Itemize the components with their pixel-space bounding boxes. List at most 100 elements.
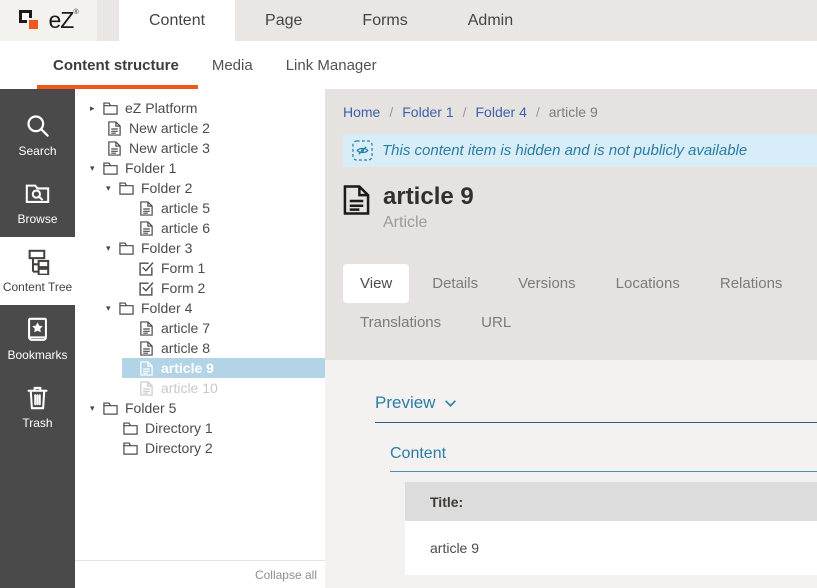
tree-item-folder-5[interactable]: ▾ Folder 5 <box>90 398 325 418</box>
top-tab-bar: Content Page Forms Admin <box>119 0 543 41</box>
collapse-arrow-icon[interactable]: ▾ <box>106 184 119 193</box>
top-tab-content[interactable]: Content <box>119 0 235 41</box>
top-bar: eZ® Content Page Forms Admin <box>0 0 817 41</box>
article-icon <box>139 221 154 236</box>
sidebar-label-bookmarks: Bookmarks <box>7 348 67 362</box>
content-title-block: article 9 Article <box>343 184 817 232</box>
search-icon <box>24 112 51 139</box>
breadcrumb: Home / Folder 1 / Folder 4 / article 9 <box>343 89 817 120</box>
tree-item-ez-platform[interactable]: ▸ eZ Platform <box>90 98 325 118</box>
sidebar-item-browse[interactable]: Browse <box>0 169 75 237</box>
tree-item-directory-1[interactable]: Directory 1 <box>106 418 325 438</box>
article-icon <box>139 381 154 396</box>
content-section-divider <box>390 471 817 472</box>
tree-item-new-article-2[interactable]: New article 2 <box>90 118 325 138</box>
tree-item-form-1[interactable]: Form 1 <box>122 258 325 278</box>
sidebar-item-bookmarks[interactable]: Bookmarks <box>0 305 75 373</box>
breadcrumb-home[interactable]: Home <box>343 104 380 120</box>
top-tab-admin[interactable]: Admin <box>438 0 543 41</box>
collapse-arrow-icon[interactable]: ▾ <box>106 244 119 253</box>
fields-table: Title: article 9 <box>405 482 817 575</box>
top-tab-forms[interactable]: Forms <box>332 0 437 41</box>
chevron-down-icon <box>445 400 456 407</box>
sidebar-label-browse: Browse <box>17 212 57 226</box>
sub-nav: Content structure Media Link Manager <box>0 41 817 89</box>
subnav-link-manager[interactable]: Link Manager <box>286 41 377 89</box>
article-icon <box>139 361 154 376</box>
preview-divider <box>375 422 817 423</box>
tree-item-article-7[interactable]: article 7 <box>122 318 325 338</box>
expand-arrow-icon[interactable]: ▸ <box>90 104 103 113</box>
tree-item-folder-4[interactable]: ▾ Folder 4 <box>106 298 325 318</box>
tree-item-directory-2[interactable]: Directory 2 <box>106 438 325 458</box>
tab-details[interactable]: Details <box>415 264 495 303</box>
sidebar-label-search: Search <box>18 144 56 158</box>
content-type-label: Article <box>383 214 474 232</box>
subnav-media[interactable]: Media <box>212 41 253 89</box>
folder-icon <box>123 421 138 436</box>
form-icon <box>139 261 154 276</box>
tree-item-form-2[interactable]: Form 2 <box>122 278 325 298</box>
subnav-content-structure[interactable]: Content structure <box>53 41 179 89</box>
hidden-eye-icon <box>352 140 373 161</box>
tree-item-article-8[interactable]: article 8 <box>122 338 325 358</box>
article-icon <box>107 141 122 156</box>
sidebar-item-content-tree[interactable]: Content Tree <box>0 237 75 305</box>
folder-icon <box>123 441 138 456</box>
breadcrumb-current: article 9 <box>549 104 598 120</box>
folder-icon <box>119 301 134 316</box>
article-icon <box>139 341 154 356</box>
sidebar-item-search[interactable]: Search <box>0 101 75 169</box>
tree-item-article-9-selected[interactable]: article 9 <box>122 358 325 378</box>
breadcrumb-separator: / <box>463 104 467 120</box>
collapse-arrow-icon[interactable]: ▾ <box>106 304 119 313</box>
notice-text: This content item is hidden and is not p… <box>382 142 747 159</box>
tab-url[interactable]: URL <box>464 303 528 342</box>
article-type-icon <box>343 184 370 216</box>
registered-mark: ® <box>73 9 77 16</box>
content-header-section: Home / Folder 1 / Folder 4 / article 9 T… <box>325 89 817 360</box>
ez-logo-square-orange <box>27 18 40 31</box>
collapse-arrow-icon[interactable]: ▾ <box>90 404 103 413</box>
field-label-title: Title: <box>405 482 817 521</box>
content-section-heading: Content <box>390 445 817 463</box>
ez-logo[interactable]: eZ® <box>0 0 97 41</box>
folder-icon <box>103 161 118 176</box>
preview-heading: Preview <box>375 393 435 413</box>
tab-versions[interactable]: Versions <box>501 264 593 303</box>
breadcrumb-separator: / <box>536 104 540 120</box>
tree-item-folder-1[interactable]: ▾ Folder 1 <box>90 158 325 178</box>
content-tree-icon <box>24 248 51 275</box>
tree-item-folder-3[interactable]: ▾ Folder 3 <box>106 238 325 258</box>
page-title: article 9 <box>383 184 474 210</box>
sidebar-label-content-tree: Content Tree <box>3 280 72 294</box>
article-icon <box>139 201 154 216</box>
tree-item-article-6[interactable]: article 6 <box>122 218 325 238</box>
breadcrumb-folder-4[interactable]: Folder 4 <box>476 104 527 120</box>
folder-icon <box>103 101 118 116</box>
view-tab-content: Preview Content Title: article 9 <box>325 360 817 588</box>
content-tree-panel: ▸ eZ Platform New article 2 New article … <box>75 89 325 588</box>
preview-collapse-toggle[interactable]: Preview <box>375 393 817 413</box>
tab-translations[interactable]: Translations <box>343 303 458 342</box>
tab-view[interactable]: View <box>343 264 409 303</box>
tree-item-article-10-hidden[interactable]: article 10 <box>122 378 325 398</box>
form-icon <box>139 281 154 296</box>
article-icon <box>107 121 122 136</box>
ez-logo-icon <box>19 9 42 33</box>
folder-icon <box>103 401 118 416</box>
tree-item-new-article-3[interactable]: New article 3 <box>90 138 325 158</box>
top-tab-page[interactable]: Page <box>235 0 332 41</box>
ez-logo-text: eZ® <box>48 7 77 34</box>
left-sidebar: Search Browse Content Tree Bookmarks Tra… <box>0 89 75 588</box>
breadcrumb-folder-1[interactable]: Folder 1 <box>402 104 453 120</box>
content-tab-bar: View Details Versions Locations Relation… <box>343 264 817 342</box>
tree-item-folder-2[interactable]: ▾ Folder 2 <box>106 178 325 198</box>
sidebar-item-trash[interactable]: Trash <box>0 373 75 441</box>
trash-icon <box>24 384 51 411</box>
collapse-arrow-icon[interactable]: ▾ <box>90 164 103 173</box>
collapse-all-button[interactable]: Collapse all <box>75 560 325 588</box>
tab-locations[interactable]: Locations <box>599 264 697 303</box>
tree-item-article-5[interactable]: article 5 <box>122 198 325 218</box>
tab-relations[interactable]: Relations <box>703 264 800 303</box>
